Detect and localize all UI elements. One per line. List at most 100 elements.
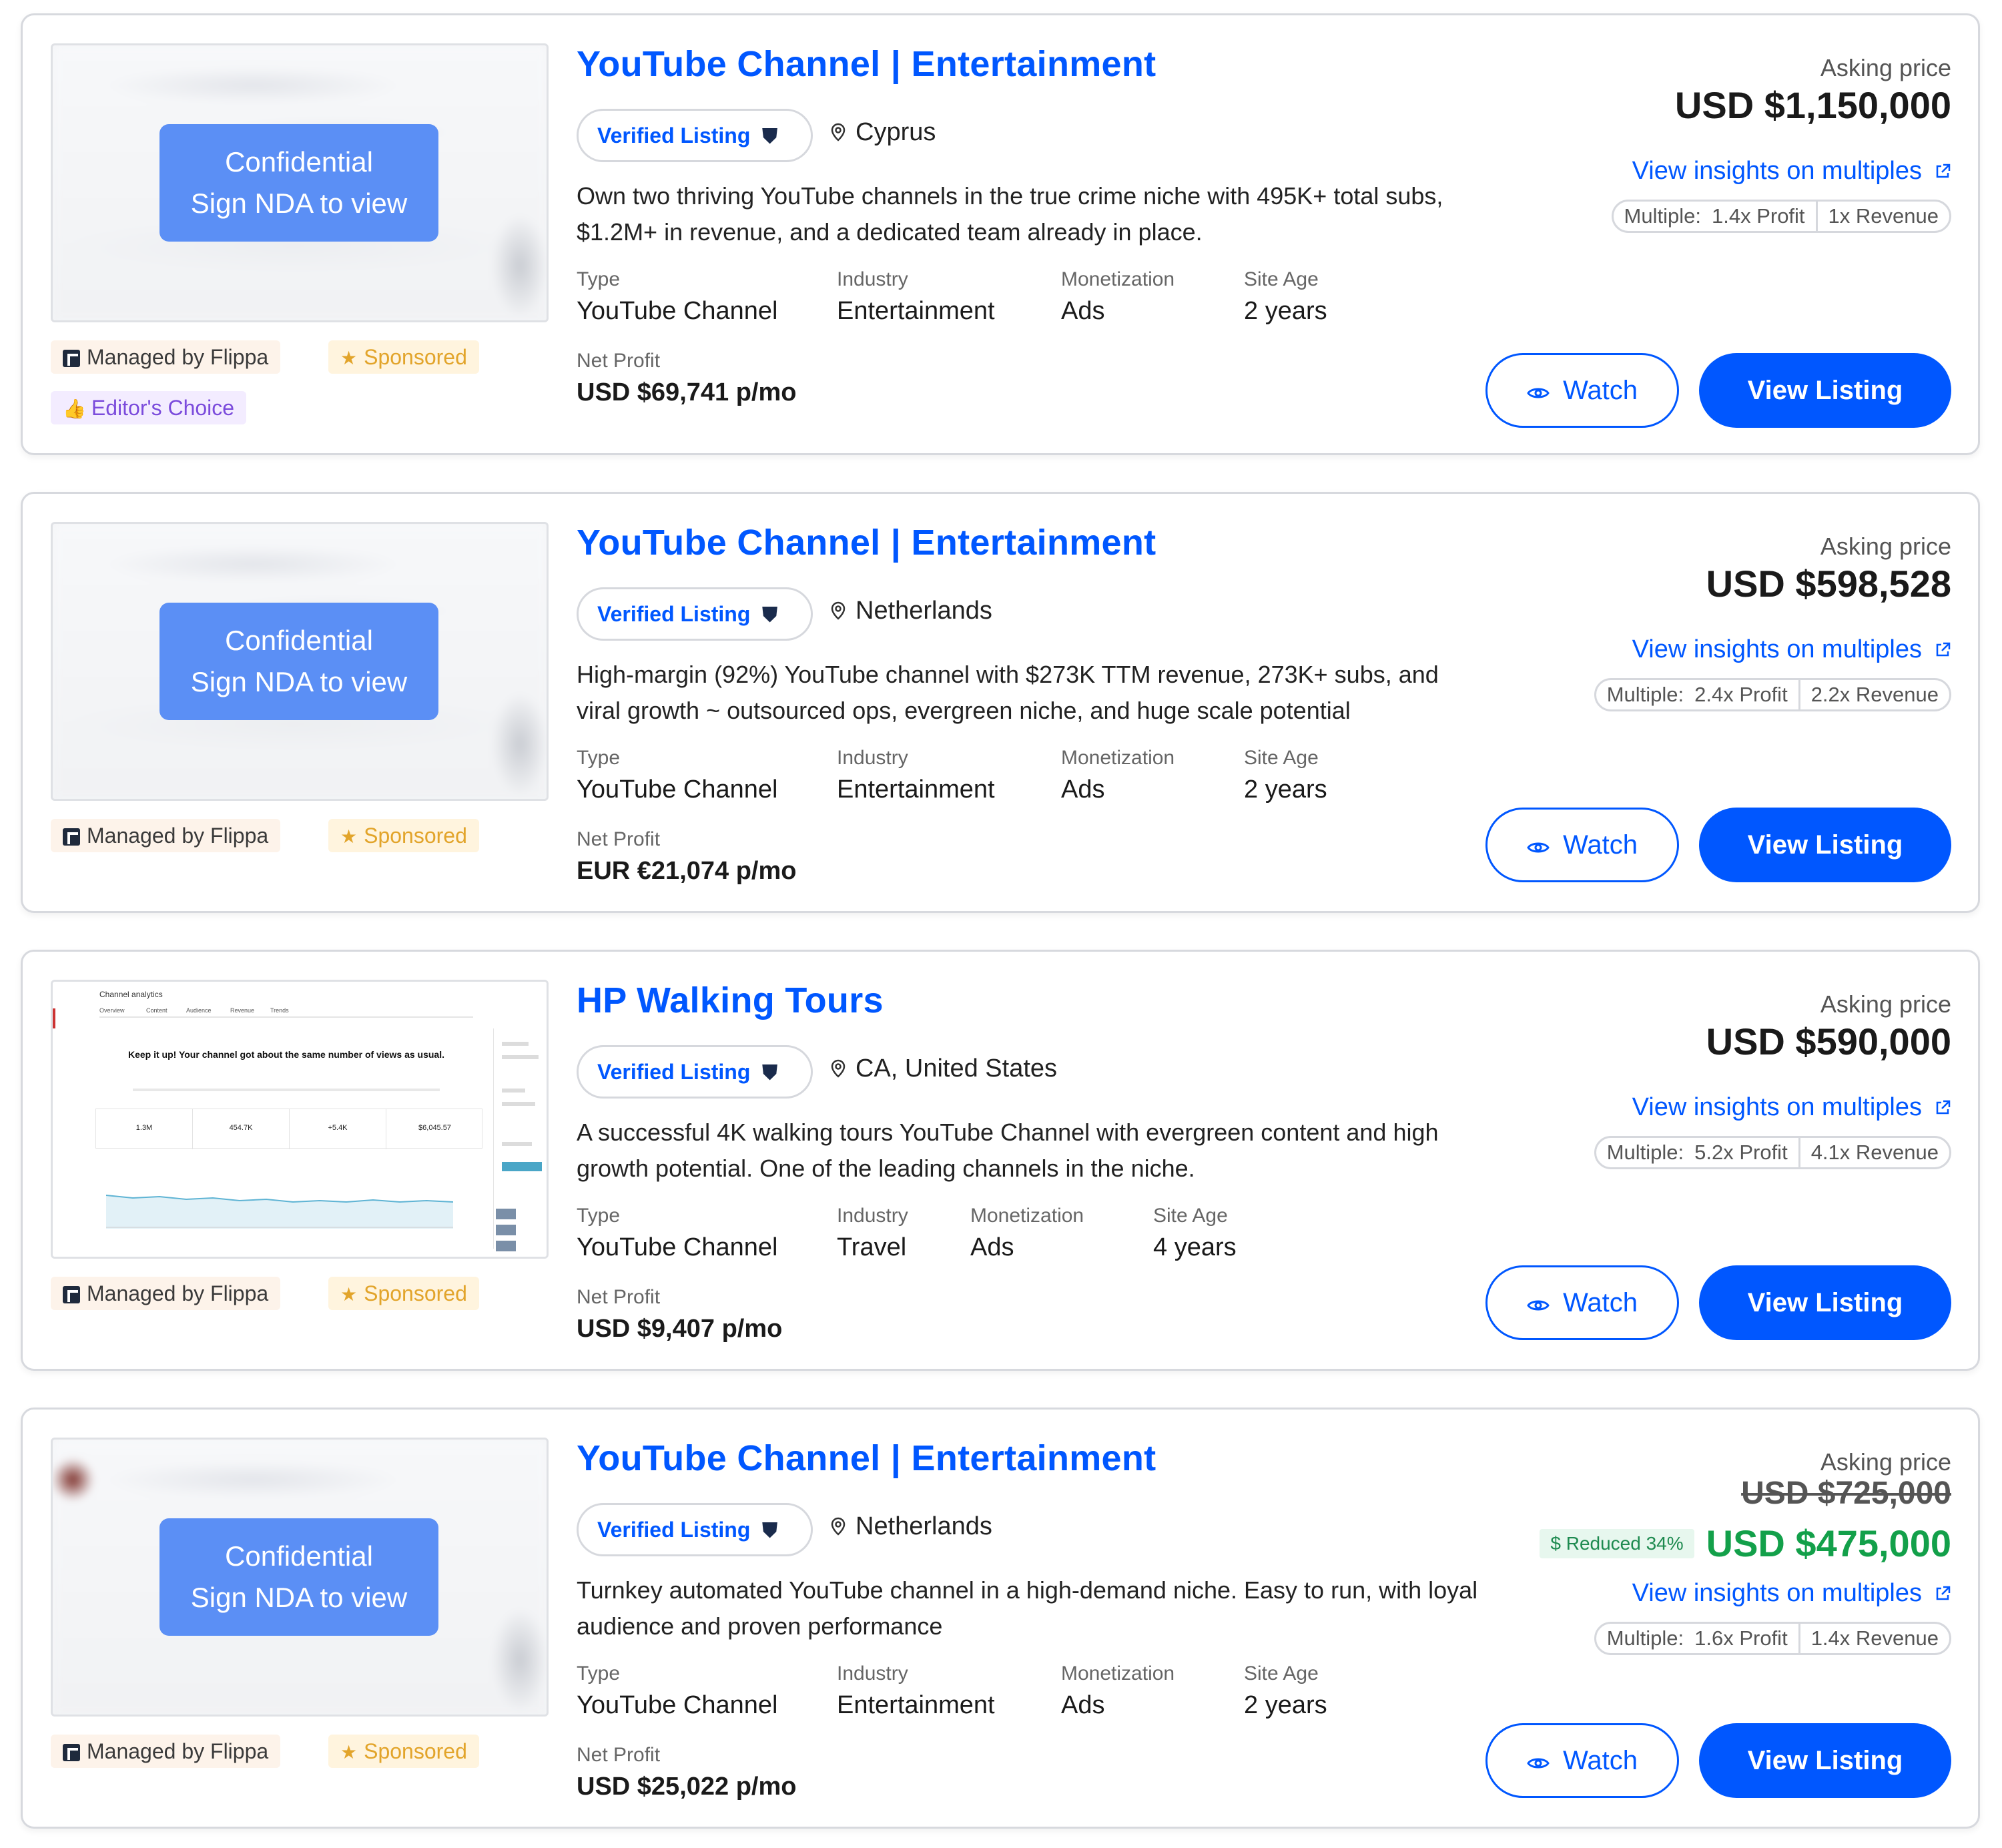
star-icon: ★: [340, 348, 358, 368]
sponsored-label: Sponsored: [364, 1739, 467, 1763]
flippa-icon: [63, 1286, 80, 1303]
meta-industry: Industry Entertainment: [837, 266, 995, 329]
listing-card[interactable]: Confidential Sign NDA to view Managed by…: [21, 1408, 1980, 1829]
monetization-value: Ads: [970, 1233, 1014, 1261]
eye-icon: [1527, 1300, 1550, 1311]
flippa-icon: [63, 828, 80, 846]
view-listing-button[interactable]: View Listing: [1699, 1723, 1951, 1798]
type-label: Type: [577, 268, 621, 290]
site-age-label: Site Age: [1244, 1662, 1319, 1684]
eye-icon: [1527, 1758, 1550, 1769]
watch-button[interactable]: Watch: [1485, 353, 1679, 428]
insights-label: View insights on multiples: [1632, 1579, 1922, 1607]
listing-card[interactable]: Channel analytics Overview Content Audie…: [21, 950, 1980, 1371]
multiples-badge: Multiple: 5.2x Profit 4.1x Revenue: [1594, 1136, 1951, 1169]
sponsored-label: Sponsored: [364, 1281, 467, 1305]
asking-price: USD $590,000: [1706, 1020, 1951, 1062]
listing-description: Turnkey automated YouTube channel in a h…: [577, 1576, 1478, 1640]
meta-type: Type YouTube Channel: [577, 266, 777, 329]
channel-analytics-screenshot: Channel analytics Overview Content Audie…: [53, 982, 547, 1257]
type-value: YouTube Channel: [577, 776, 778, 804]
meta-type: Type YouTube Channel: [577, 745, 777, 808]
sidebar-line: [502, 1055, 539, 1059]
sidebar-line: [502, 1142, 532, 1146]
analytics-tab: Trends: [270, 1007, 289, 1014]
meta-monetization: Monetization Ads: [1061, 1660, 1175, 1723]
sign-nda-button[interactable]: Confidential Sign NDA to view: [159, 603, 438, 720]
meta-site-age: Site Age 2 years: [1244, 1660, 1327, 1723]
verified-user-icon: ⛊: [762, 125, 777, 147]
view-listing-button[interactable]: View Listing: [1699, 808, 1951, 882]
listing-title[interactable]: YouTube Channel | Entertainment: [577, 1438, 1156, 1479]
managed-by-flippa-badge: Managed by Flippa: [51, 819, 281, 852]
analytics-headline: Keep it up! Your channel got about the s…: [127, 1049, 444, 1060]
location-text: Cyprus: [856, 118, 936, 146]
listing-title[interactable]: HP Walking Tours: [577, 980, 884, 1021]
view-insights-link[interactable]: View insights on multiples: [1632, 635, 1951, 664]
analytics-tab: Content: [146, 1007, 168, 1014]
listing-thumbnail[interactable]: Confidential Sign NDA to view: [51, 43, 549, 322]
nda-line-2: Sign NDA to view: [190, 1582, 408, 1613]
watch-button[interactable]: Watch: [1485, 808, 1679, 882]
monetization-label: Monetization: [1061, 268, 1175, 290]
insights-label: View insights on multiples: [1632, 157, 1922, 185]
meta-site-age: Site Age 2 years: [1244, 266, 1327, 329]
star-icon: ★: [340, 826, 358, 847]
meta-industry: Industry Entertainment: [837, 1660, 995, 1723]
industry-value: Entertainment: [837, 776, 995, 804]
view-listing-button[interactable]: View Listing: [1699, 353, 1951, 428]
monetization-value: Ads: [1061, 776, 1105, 804]
meta-industry: Industry Entertainment: [837, 745, 995, 808]
sponsored-label: Sponsored: [364, 345, 467, 369]
monetization-value: Ads: [1061, 1691, 1105, 1719]
listing-thumbnail[interactable]: Confidential Sign NDA to view: [51, 522, 549, 801]
analytics-title: Channel analytics: [99, 990, 163, 999]
listing-card[interactable]: Confidential Sign NDA to view Managed by…: [21, 492, 1980, 913]
meta-site-age: Site Age 2 years: [1244, 745, 1327, 808]
listing-thumbnail[interactable]: Confidential Sign NDA to view: [51, 1438, 549, 1717]
sidebar-line: [502, 1089, 525, 1093]
multiple-profit: 5.2x Profit: [1694, 1141, 1788, 1164]
listing-title[interactable]: YouTube Channel | Entertainment: [577, 43, 1156, 85]
listing-thumbnail[interactable]: Channel analytics Overview Content Audie…: [51, 980, 549, 1259]
view-insights-link[interactable]: View insights on multiples: [1632, 1579, 1951, 1608]
video-thumb: [496, 1209, 516, 1219]
analytics-thumbnails: [496, 1209, 516, 1257]
star-icon: ★: [340, 1284, 358, 1305]
type-label: Type: [577, 1662, 621, 1684]
listing-title[interactable]: YouTube Channel | Entertainment: [577, 522, 1156, 563]
industry-label: Industry: [837, 747, 908, 769]
sponsored-badge: ★ Sponsored: [328, 1277, 479, 1310]
multiples-badge: Multiple: 1.6x Profit 1.4x Revenue: [1594, 1622, 1951, 1655]
net-profit-label: Net Profit: [577, 828, 661, 850]
original-price: USD $725,000: [1741, 1476, 1951, 1511]
sign-nda-button[interactable]: Confidential Sign NDA to view: [159, 124, 438, 242]
managed-by-flippa-badge: Managed by Flippa: [51, 1735, 281, 1768]
net-profit: Net Profit USD $69,741 p/mo: [577, 348, 796, 410]
verified-label: Verified Listing: [597, 602, 751, 626]
type-value: YouTube Channel: [577, 1691, 778, 1719]
watch-button[interactable]: Watch: [1485, 1265, 1679, 1340]
reduced-price-row: $ Reduced 34% USD $475,000: [1540, 1522, 1951, 1565]
multiple-revenue: 2.2x Revenue: [1798, 680, 1949, 709]
location: Cyprus: [830, 118, 936, 147]
view-insights-link[interactable]: View insights on multiples: [1632, 157, 1951, 186]
listing-card[interactable]: Confidential Sign NDA to view Managed by…: [21, 13, 1980, 455]
video-thumb: [496, 1241, 516, 1251]
location-pin-icon: [831, 123, 846, 141]
watch-label: Watch: [1563, 376, 1638, 405]
view-insights-link[interactable]: View insights on multiples: [1632, 1093, 1951, 1122]
net-profit-label: Net Profit: [577, 1286, 661, 1308]
site-age-value: 2 years: [1244, 776, 1327, 804]
industry-label: Industry: [837, 1205, 908, 1227]
watch-button[interactable]: Watch: [1485, 1723, 1679, 1798]
analytics-metrics: 1.3M 454.7K +5.4K $6,045.57: [95, 1109, 482, 1149]
eye-icon: [1527, 388, 1550, 398]
sidebar-line: [502, 1042, 529, 1046]
insights-label: View insights on multiples: [1632, 635, 1922, 663]
site-age-value: 4 years: [1153, 1233, 1237, 1261]
sponsored-badge: ★ Sponsored: [328, 819, 479, 852]
external-link-icon: [1936, 1100, 1951, 1115]
sign-nda-button[interactable]: Confidential Sign NDA to view: [159, 1518, 438, 1636]
view-listing-button[interactable]: View Listing: [1699, 1265, 1951, 1340]
